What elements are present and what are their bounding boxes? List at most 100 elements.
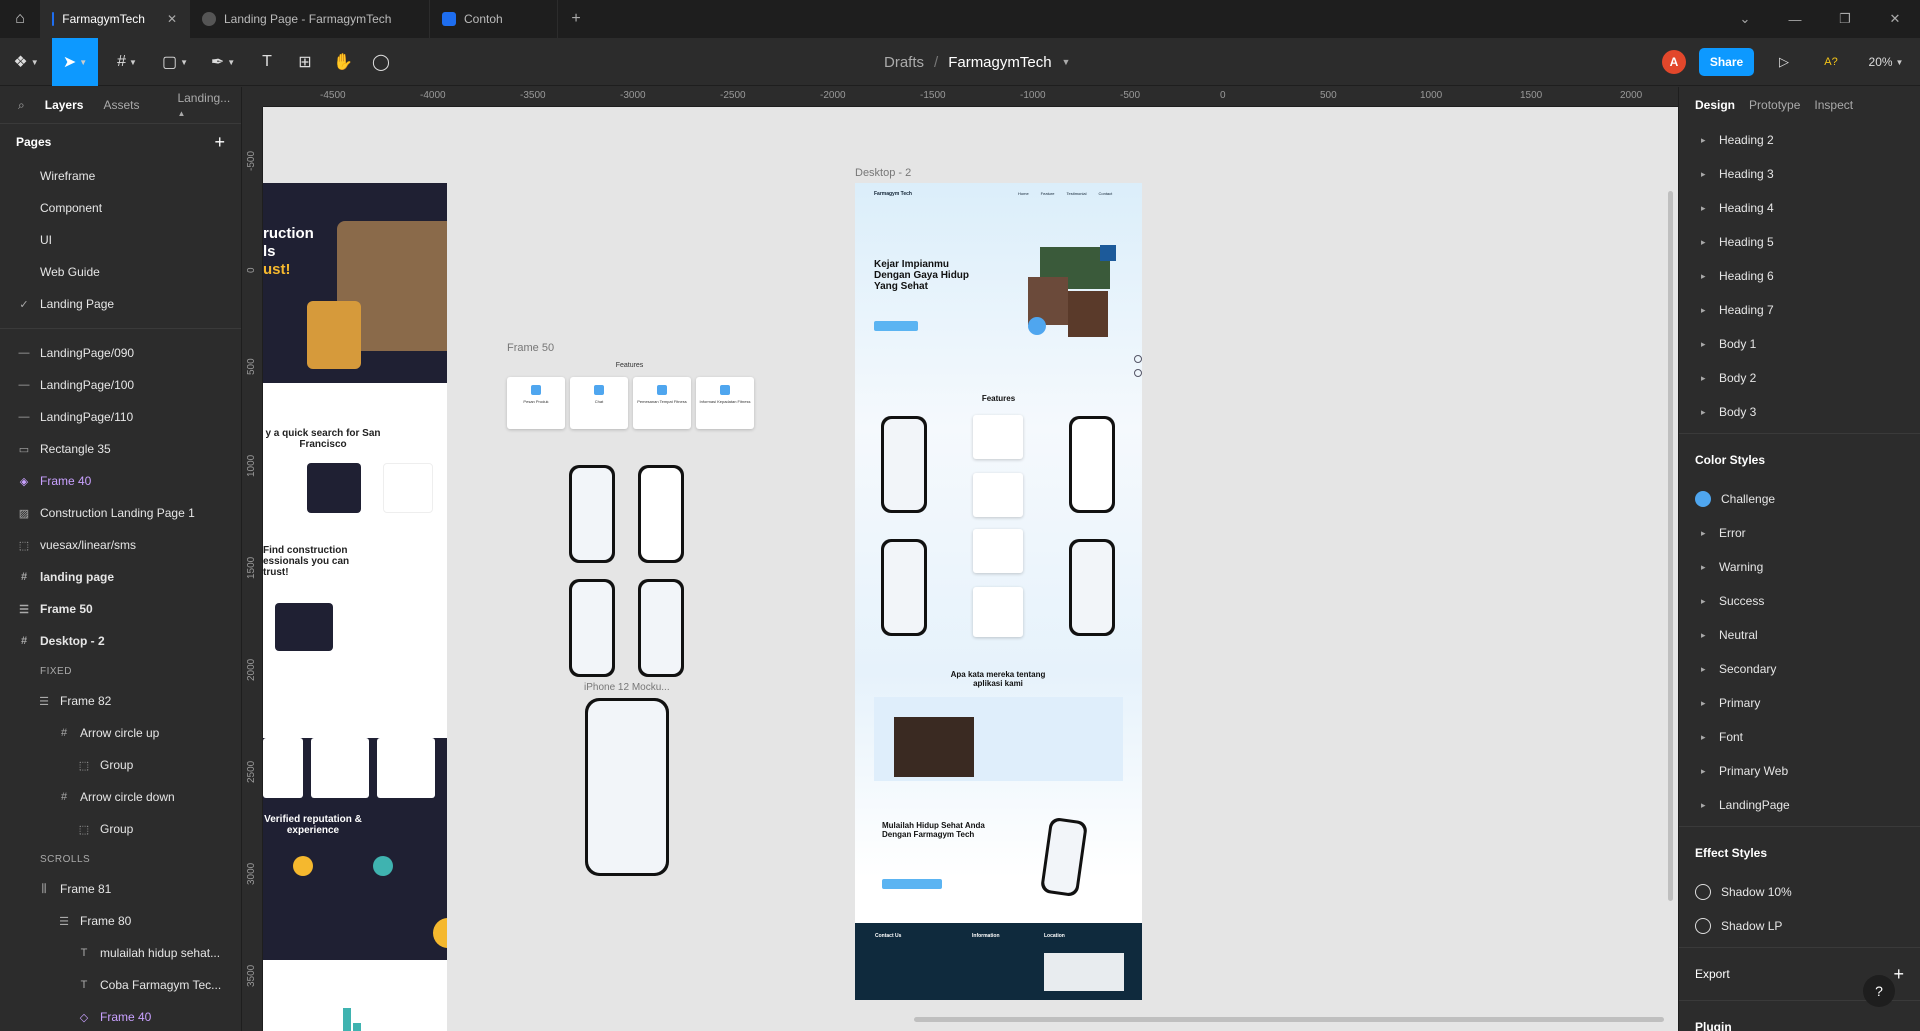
tab-design[interactable]: Design xyxy=(1695,98,1735,112)
color-style-item[interactable]: ▸ Warning xyxy=(1679,550,1920,584)
window-close-icon[interactable]: ✕ xyxy=(1870,0,1920,38)
zoom-menu[interactable]: 20% ▼ xyxy=(1866,38,1906,86)
page-item[interactable]: ✓ Landing Page xyxy=(0,288,241,320)
shape-tool-icon[interactable]: ▢ ▼ xyxy=(156,38,194,86)
add-export-icon[interactable]: + xyxy=(1893,964,1904,985)
tab-contoh[interactable]: Contoh xyxy=(430,0,558,38)
accessibility-icon[interactable]: A? xyxy=(1818,38,1844,86)
tab-farmagymtech[interactable]: FarmagymTech ✕ xyxy=(40,0,190,38)
layer-type-icon: ⬚ xyxy=(78,759,90,772)
color-style-item[interactable]: ▸ Font xyxy=(1679,720,1920,754)
close-icon[interactable]: ✕ xyxy=(167,12,177,26)
color-style-item[interactable]: ▸ Neutral xyxy=(1679,618,1920,652)
layer-item[interactable]: ▭ Rectangle 35 xyxy=(0,433,241,465)
construction-frame[interactable]: ruction ls ust! y a quick search for San… xyxy=(263,183,447,1031)
page-selector[interactable]: Landing... ▲ xyxy=(177,91,241,119)
hand-tool-icon[interactable]: ✋ xyxy=(328,38,358,86)
help-icon[interactable]: ? xyxy=(1863,975,1895,1007)
tab-inspect[interactable]: Inspect xyxy=(1814,98,1853,112)
search-icon[interactable]: ⌕ xyxy=(18,98,25,113)
layer-item[interactable]: # Arrow circle down xyxy=(0,781,241,813)
layer-item[interactable]: Tmulailah hidup sehat... xyxy=(0,937,241,969)
iphone-mockup[interactable] xyxy=(585,698,669,876)
layer-item[interactable]: ☰ Frame 80 xyxy=(0,905,241,937)
pen-tool-icon[interactable]: ✒ ▼ xyxy=(204,38,242,86)
arrow-circle-up-icon[interactable] xyxy=(1134,355,1142,363)
page-item[interactable]: Web Guide xyxy=(0,256,241,288)
tab-prototype[interactable]: Prototype xyxy=(1749,98,1800,112)
horizontal-scrollbar[interactable] xyxy=(914,1017,1664,1022)
color-style-item[interactable]: ▸ Error xyxy=(1679,516,1920,550)
text-style-item[interactable]: ▸ Heading 2 xyxy=(1679,123,1920,157)
layer-item[interactable]: — LandingPage/100 xyxy=(0,369,241,401)
fixed-layers: ☰ Frame 82 # Arrow circle up ⬚ Group # Arrow ci… xyxy=(0,685,241,845)
layer-item[interactable]: ⫼ Frame 81 xyxy=(0,873,241,905)
restore-icon[interactable]: ❐ xyxy=(1820,0,1870,38)
breadcrumb-drafts[interactable]: Drafts xyxy=(884,54,924,71)
layer-item[interactable]: ⬚ vuesax/linear/sms xyxy=(0,529,241,561)
minimize-icon[interactable]: — xyxy=(1770,0,1820,38)
chevron-down-icon[interactable]: ⌄ xyxy=(1720,0,1770,38)
layer-item[interactable]: ☰ Frame 50 xyxy=(0,593,241,625)
ruler-tick: -1000 xyxy=(1020,90,1046,101)
text-style-item[interactable]: ▸ Heading 3 xyxy=(1679,157,1920,191)
color-style-item[interactable]: Challenge xyxy=(1679,482,1920,516)
layer-item[interactable]: — LandingPage/110 xyxy=(0,401,241,433)
layer-item[interactable]: # Arrow circle up xyxy=(0,717,241,749)
text-style-item[interactable]: ▸ Body 1 xyxy=(1679,327,1920,361)
add-page-icon[interactable]: + xyxy=(214,132,225,153)
effect-style-item[interactable]: Shadow LP xyxy=(1679,909,1920,943)
color-style-item[interactable]: ▸ Success xyxy=(1679,584,1920,618)
comment-icon[interactable]: ◯ xyxy=(366,38,396,86)
canvas[interactable]: ruction ls ust! y a quick search for San… xyxy=(263,107,1678,1031)
text-style-item[interactable]: ▸ Body 3 xyxy=(1679,395,1920,429)
effect-style-item[interactable]: Shadow 10% xyxy=(1679,875,1920,909)
text-style-item[interactable]: ▸ Heading 7 xyxy=(1679,293,1920,327)
layer-item[interactable]: ⬚ Group xyxy=(0,813,241,845)
layer-item[interactable]: T Coba Farmagym Tec... xyxy=(0,969,241,1001)
desktop2-label[interactable]: Desktop - 2 xyxy=(855,167,911,179)
caret-right-icon: ▸ xyxy=(1701,561,1706,572)
resources-icon[interactable]: ⊞ xyxy=(290,38,320,86)
tab-assets[interactable]: Assets xyxy=(103,98,139,112)
file-name[interactable]: FarmagymTech xyxy=(948,54,1051,71)
layer-item[interactable]: — LandingPage/090 xyxy=(0,337,241,369)
color-style-item[interactable]: ▸ Primary Web xyxy=(1679,754,1920,788)
chevron-down-icon[interactable]: ▼ xyxy=(1062,57,1071,67)
text-style-item[interactable]: ▸ Body 2 xyxy=(1679,361,1920,395)
desktop-2-frame[interactable]: Farmagym Tech Home Feature Testimonial Cont… xyxy=(855,183,1142,1000)
tab-landing-page[interactable]: Landing Page - FarmagymTech xyxy=(190,0,430,38)
arrow-circle-down-icon[interactable] xyxy=(1134,369,1142,377)
new-tab-icon[interactable]: + xyxy=(558,10,594,28)
color-style-item[interactable]: ▸ Primary xyxy=(1679,686,1920,720)
text-style-item[interactable]: ▸ Heading 5 xyxy=(1679,225,1920,259)
page-item[interactable]: UI xyxy=(0,224,241,256)
layer-item[interactable]: ◈ Frame 40 xyxy=(0,465,241,497)
frame50-label[interactable]: Frame 50 xyxy=(507,342,554,354)
ruler-tick: -2500 xyxy=(720,90,746,101)
move-tool-icon[interactable]: ➤ ▼ xyxy=(52,38,98,86)
home-icon[interactable]: ⌂ xyxy=(0,0,40,38)
avatar[interactable]: A xyxy=(1662,50,1686,74)
layer-item[interactable]: ◇ Frame 40 xyxy=(0,1001,241,1031)
layer-item[interactable]: # landing page xyxy=(0,561,241,593)
text-tool-icon[interactable]: T xyxy=(252,38,282,86)
color-style-item[interactable]: ▸ LandingPage xyxy=(1679,788,1920,822)
present-icon[interactable]: ▷ xyxy=(1772,38,1796,86)
tab-layers[interactable]: Layers xyxy=(45,98,84,112)
frame-tool-icon[interactable]: # ▼ xyxy=(108,38,146,86)
layer-item[interactable]: ⬚ Group xyxy=(0,749,241,781)
ruler-tick: -500 xyxy=(1120,90,1141,101)
layer-item[interactable]: # Desktop - 2 xyxy=(0,625,241,657)
text-style-item[interactable]: ▸ Heading 4 xyxy=(1679,191,1920,225)
main-menu-icon[interactable]: ❖ ▼ xyxy=(8,38,44,86)
iphone-label[interactable]: iPhone 12 Mocku... xyxy=(584,682,670,693)
page-item[interactable]: Wireframe xyxy=(0,160,241,192)
page-item[interactable]: Component xyxy=(0,192,241,224)
layer-item[interactable]: ☰ Frame 82 xyxy=(0,685,241,717)
vertical-scrollbar[interactable] xyxy=(1668,191,1673,901)
color-style-item[interactable]: ▸ Secondary xyxy=(1679,652,1920,686)
layer-item[interactable]: ▨ Construction Landing Page 1 xyxy=(0,497,241,529)
share-button[interactable]: Share xyxy=(1699,48,1754,76)
text-style-item[interactable]: ▸ Heading 6 xyxy=(1679,259,1920,293)
